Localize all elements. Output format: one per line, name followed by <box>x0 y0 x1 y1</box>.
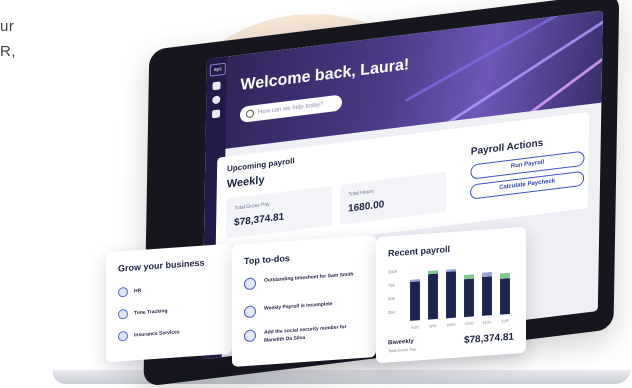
x-tick-label: 11/20 <box>483 320 492 325</box>
todo-text: Outstanding timesheet for Sam Smith <box>264 271 354 284</box>
page-side-text: ur R, <box>0 14 40 64</box>
todo-item[interactable]: Outstanding timesheet for Sam Smith <box>244 270 362 291</box>
settings-icon[interactable] <box>212 95 221 105</box>
home-icon[interactable] <box>212 81 221 91</box>
grow-business-title: Grow your business <box>118 257 205 274</box>
stat-value: 1680.00 <box>348 199 385 215</box>
recent-payroll-title: Recent payroll <box>388 244 451 259</box>
side-text-line-1: ur <box>0 18 15 35</box>
payroll-actions-title: Payroll Actions <box>470 137 544 158</box>
todo-text: Weekly Payroll is incomplete <box>264 301 333 312</box>
chart-bar-top <box>500 272 510 279</box>
hr-icon <box>118 286 128 298</box>
id-card-icon <box>244 329 256 343</box>
grow-item-label: HR <box>134 287 142 295</box>
chart-bar-top <box>464 274 474 280</box>
grow-item-insurance[interactable]: Insurance Services <box>118 327 180 342</box>
todo-item[interactable]: Weekly Payroll is incomplete <box>244 298 362 319</box>
laptop-base <box>51 370 631 384</box>
chart-bar <box>446 271 456 319</box>
chart-bar <box>500 278 510 315</box>
grow-business-card: Grow your business HR Time Tracking Insu… <box>106 243 232 363</box>
x-tick-label: 10/20 <box>465 321 474 326</box>
chart-bar <box>482 276 492 316</box>
chart-bar <box>410 281 420 321</box>
side-text-line-2: R, <box>0 43 16 60</box>
grow-item-label: Insurance Services <box>134 329 180 339</box>
y-tick-label: 25K <box>388 309 395 315</box>
y-tick-label: 50K <box>388 296 395 302</box>
x-tick-label: 10/02 <box>447 323 456 328</box>
grow-item-hr[interactable]: HR <box>118 286 141 298</box>
chart-bar <box>428 273 438 320</box>
x-tick-label: 6/30 <box>430 324 437 328</box>
clock-icon <box>118 308 128 320</box>
y-tick-label: 75K <box>388 282 395 288</box>
alert-icon <box>244 305 256 319</box>
chart-bar-top <box>428 270 438 275</box>
recent-payroll-chart-svg: 100K 75K 50K 25K 6/16 6/30 10/02 10/20 11/20 12/8 <box>388 269 510 330</box>
recent-payroll-sub-label: Total Gross Pay <box>388 346 417 354</box>
x-tick-label: 6/16 <box>412 325 419 329</box>
stat-value: $78,374.81 <box>234 211 285 229</box>
gross-pay-stat: Total Gross Pay $78,374.81 <box>225 185 333 239</box>
umbrella-icon <box>118 330 128 342</box>
people-icon[interactable] <box>211 109 221 119</box>
grow-item-label: Time Tracking <box>134 308 168 317</box>
x-tick-label: 12/8 <box>502 319 509 323</box>
recent-payroll-frequency: Biweekly <box>388 338 414 347</box>
stat-label: Total Hours <box>348 188 374 198</box>
search-placeholder: How can we help today? <box>257 101 324 116</box>
search-icon <box>245 109 255 119</box>
total-hours-stat: Total Hours 1680.00 <box>339 171 447 225</box>
recent-payroll-chart: 100K 75K 50K 25K 6/16 6/30 10/02 10/20 11/20 12/8 <box>388 258 514 333</box>
recent-payroll-card: Recent payroll 100K 75K 50K 25K 6/16 6/30 10/0… <box>376 226 526 364</box>
todo-text: Add the social security number for Manel… <box>264 324 347 344</box>
top-todos-card: Top to-dos Outstanding timesheet for Sam… <box>232 234 376 368</box>
grow-item-time-tracking[interactable]: Time Tracking <box>118 306 168 320</box>
stat-label: Total Gross Pay <box>234 201 270 212</box>
app-logo[interactable]: ays <box>209 62 226 77</box>
chart-bar-top <box>482 271 492 277</box>
payroll-frequency: Weekly <box>226 173 265 191</box>
chart-bar <box>464 278 474 318</box>
y-tick-label: 100K <box>388 269 398 275</box>
upcoming-payroll-label: Upcoming payroll <box>226 156 295 174</box>
top-todos-title: Top to-dos <box>244 252 290 267</box>
todo-item[interactable]: Add the social security number for Manel… <box>244 322 362 346</box>
recent-payroll-amount: $78,374.81 <box>463 331 514 347</box>
person-icon <box>244 277 256 291</box>
